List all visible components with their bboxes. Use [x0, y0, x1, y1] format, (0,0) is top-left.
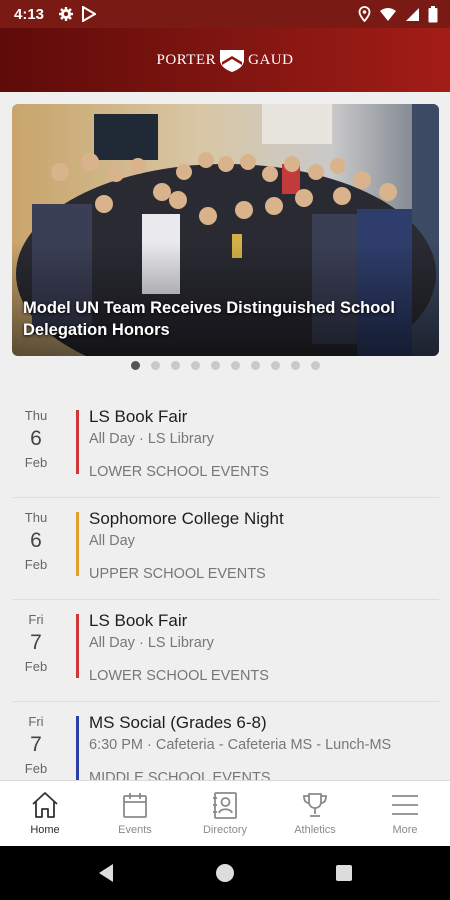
- event-day-number: 6: [30, 427, 42, 450]
- signal-icon: [406, 7, 419, 21]
- nav-events-label: Events: [118, 824, 152, 836]
- event-category: MIDDLE SCHOOL EVENTS: [89, 770, 271, 780]
- event-title: MS Social (Grades 6-8): [89, 713, 267, 732]
- nav-directory-label: Directory: [202, 824, 247, 836]
- event-category: LOWER SCHOOL EVENTS: [89, 464, 269, 480]
- nav-home[interactable]: Home: [0, 781, 90, 846]
- nav-athletics[interactable]: Athletics: [270, 781, 360, 846]
- back-icon[interactable]: [97, 863, 115, 883]
- shield-crest-icon: [220, 50, 245, 72]
- event-category: LOWER SCHOOL EVENTS: [89, 668, 269, 684]
- event-weekday: Fri: [28, 612, 44, 627]
- wifi-icon: [380, 7, 396, 21]
- event-day-number: 7: [30, 631, 42, 654]
- recents-icon[interactable]: [335, 864, 353, 882]
- carousel-dot[interactable]: [190, 361, 200, 370]
- app-header: PORTER GAUD: [0, 28, 450, 92]
- trophy-icon: [303, 793, 327, 817]
- event-item[interactable]: Fri 7 Feb MS Social (Grades 6-8) 6:30 PM · C…: [12, 702, 439, 780]
- status-time: 4:13: [14, 5, 45, 23]
- event-date: Thu 6 Feb: [12, 408, 60, 470]
- event-category-bar: [76, 512, 79, 576]
- event-weekday: Thu: [24, 510, 48, 525]
- event-item[interactable]: Fri 7 Feb LS Book Fair All Day · LS Library L…: [12, 600, 439, 702]
- event-date: Fri 7 Feb: [12, 714, 60, 776]
- home-feed[interactable]: Model UN Team Receives Distinguished Sch…: [0, 92, 450, 780]
- home-icon: [32, 792, 58, 818]
- logo-right-text: GAUD: [248, 51, 294, 68]
- carousel-dot[interactable]: [150, 361, 160, 370]
- event-category-bar: [76, 716, 79, 780]
- carousel-dot[interactable]: [230, 361, 240, 370]
- nav-more[interactable]: More: [360, 781, 450, 846]
- event-date: Thu 6 Feb: [12, 510, 60, 572]
- event-day-number: 6: [30, 529, 42, 552]
- news-carousel[interactable]: Model UN Team Receives Distinguished Sch…: [12, 104, 439, 356]
- carousel-dot[interactable]: [210, 361, 220, 370]
- play-store-icon: [82, 6, 97, 22]
- battery-icon: [428, 5, 438, 22]
- event-month: Feb: [24, 659, 48, 674]
- nav-events[interactable]: Events: [90, 781, 180, 846]
- event-category: UPPER SCHOOL EVENTS: [89, 566, 266, 582]
- event-title: LS Book Fair: [89, 407, 188, 426]
- event-item[interactable]: Thu 6 Feb Sophomore College Night All Day UPP…: [12, 498, 439, 600]
- event-weekday: Fri: [28, 714, 44, 729]
- carousel-dot[interactable]: [130, 361, 140, 370]
- calendar-icon: [123, 793, 147, 818]
- event-date: Fri 7 Feb: [12, 612, 60, 674]
- event-title: Sophomore College Night: [89, 509, 284, 528]
- nav-athletics-label: Athletics: [294, 824, 336, 836]
- settings-icon: [59, 7, 74, 21]
- location-icon: [358, 6, 371, 22]
- school-logo: PORTER GAUD: [157, 47, 294, 73]
- event-category-bar: [76, 410, 79, 474]
- home-circle-icon[interactable]: [215, 863, 235, 883]
- event-day-number: 7: [30, 733, 42, 756]
- carousel-pagination: [0, 361, 450, 370]
- logo-left-text: PORTER: [156, 51, 217, 68]
- menu-icon: [392, 795, 418, 815]
- event-category-bar: [76, 614, 79, 678]
- contact-card-icon: [213, 792, 237, 819]
- carousel-dot[interactable]: [250, 361, 260, 370]
- event-time-location: 6:30 PM · Cafeteria - Cafeteria MS - Lun…: [89, 737, 392, 753]
- event-month: Feb: [24, 761, 48, 776]
- event-month: Feb: [24, 557, 48, 572]
- carousel-dot[interactable]: [290, 361, 300, 370]
- system-nav-bar: [0, 846, 450, 900]
- carousel-dot[interactable]: [170, 361, 180, 370]
- event-month: Feb: [24, 455, 48, 470]
- status-bar: 4:13: [0, 0, 450, 28]
- carousel-caption[interactable]: Model UN Team Receives Distinguished Sch…: [23, 297, 429, 341]
- nav-home-label: Home: [30, 824, 60, 836]
- event-list: Thu 6 Feb LS Book Fair All Day · LS Library L…: [12, 396, 439, 780]
- event-weekday: Thu: [24, 408, 48, 423]
- event-time-location: All Day · LS Library: [89, 431, 214, 447]
- nav-more-label: More: [392, 824, 418, 836]
- event-time-location: All Day: [89, 533, 135, 549]
- nav-directory[interactable]: Directory: [180, 781, 270, 846]
- event-time-location: All Day · LS Library: [89, 635, 214, 651]
- event-title: LS Book Fair: [89, 611, 188, 630]
- event-item[interactable]: Thu 6 Feb LS Book Fair All Day · LS Library L…: [12, 396, 439, 498]
- carousel-dot[interactable]: [310, 361, 320, 370]
- carousel-dot[interactable]: [270, 361, 280, 370]
- bottom-nav: Home Events Directory Athletics More: [0, 780, 450, 846]
